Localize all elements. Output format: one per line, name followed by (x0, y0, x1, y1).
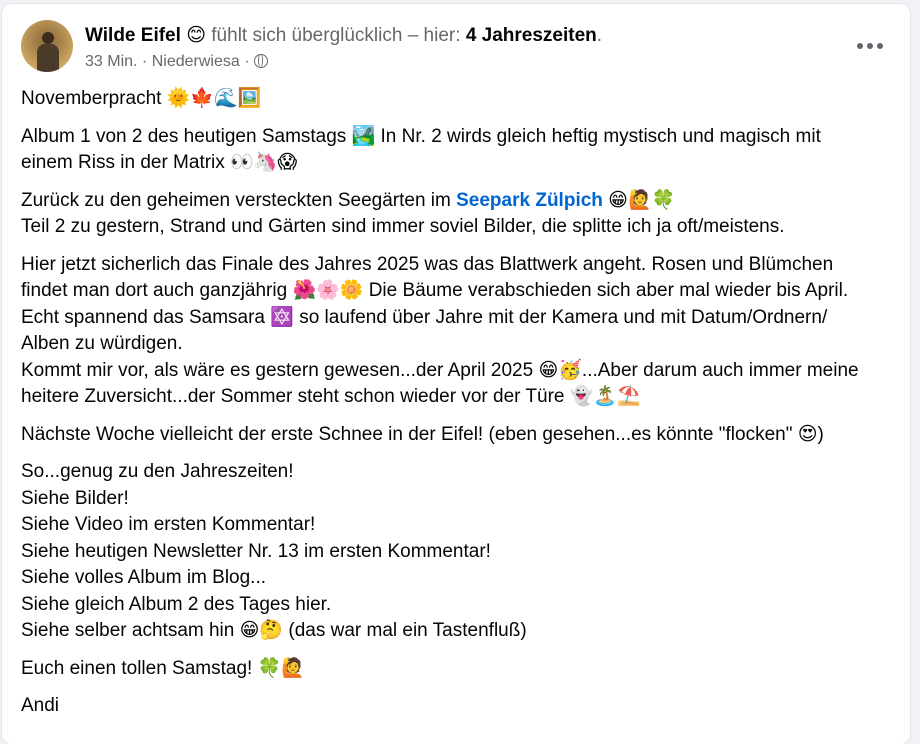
paragraph-line: Siehe selber achtsam hin 😁🤔 (das war mal… (21, 620, 527, 641)
meta-separator: · (141, 53, 148, 70)
post-timestamp[interactable]: 33 Min. (85, 53, 137, 70)
paragraph-line: Siehe volles Album im Blog... (21, 567, 267, 588)
post-paragraph: Euch einen tollen Samstag! 🍀🙋 (21, 656, 901, 683)
post-paragraph: Novemberpracht 🌞🍁🌊🖼️ (21, 86, 901, 113)
feeling-text: fühlt sich überglücklich – hier: (211, 25, 461, 46)
seepark-link[interactable]: Seepark Zülpich (456, 190, 603, 211)
more-options-button[interactable] (850, 32, 890, 60)
paragraph-text: Nächste Woche vielleicht der erste Schne… (21, 423, 824, 445)
meta-separator: · (244, 53, 250, 70)
paragraph-line: einem Riss in der Matrix 👀🦄😱 (21, 152, 298, 173)
paragraph-line: Echt spannend das Samsara 🔯 so laufend ü… (21, 306, 828, 328)
post-card: Wilde Eifel 😊 fühlt sich überglücklich –… (2, 4, 910, 744)
post-header: Wilde Eifel 😊 fühlt sich überglücklich –… (21, 18, 898, 74)
post-paragraph: Nächste Woche vielleicht der erste Schne… (21, 422, 901, 449)
post-content: Novemberpracht 🌞🍁🌊🖼️ Album 1 von 2 des h… (21, 86, 901, 731)
more-horizontal-icon (857, 43, 863, 49)
post-meta: 33 Min. · Niederwiesa · (85, 52, 268, 72)
author-name[interactable]: Wilde Eifel (85, 25, 181, 46)
paragraph-line: heitere Zuversicht...der Sommer steht sc… (21, 386, 641, 407)
paragraph-line: Alben zu würdigen. (21, 333, 183, 354)
more-horizontal-icon (877, 43, 883, 49)
more-horizontal-icon (867, 43, 873, 49)
paragraph-line: findet man dort auch ganzjährig 🌺🌸🌼 Die … (21, 280, 849, 301)
avatar-head (42, 32, 54, 44)
paragraph-line: 😁🙋🍀 (602, 189, 676, 211)
paragraph-line: Siehe Video im ersten Kommentar! (21, 514, 316, 535)
paragraph-line: Kommt mir vor, als wäre es gestern gewes… (21, 359, 859, 381)
post-paragraph: So...genug zu den Jahreszeiten! Siehe Bi… (21, 459, 901, 645)
globe-icon[interactable] (253, 54, 268, 68)
post-location: Niederwiesa (151, 53, 240, 70)
paragraph-line: Siehe heutigen Newsletter Nr. 13 im erst… (21, 540, 491, 562)
paragraph-line: Siehe Bilder! (21, 487, 129, 509)
paragraph-text: Euch einen tollen Samstag! 🍀🙋 (21, 657, 305, 679)
paragraph-text: Novemberpracht 🌞🍁🌊🖼️ (21, 88, 262, 109)
post-paragraph: Zurück zu den geheimen versteckten Seegä… (21, 188, 901, 241)
signature-text: Andi (21, 695, 60, 716)
author-emoji: 😊 (186, 25, 206, 46)
paragraph-line: Teil 2 zu gestern, Strand und Gärten sin… (21, 216, 785, 237)
avatar-body (37, 44, 59, 72)
post-paragraph: Album 1 von 2 des heutigen Samstags 🏞️ I… (21, 124, 901, 177)
avatar[interactable] (21, 20, 73, 72)
place-suffix: . (596, 25, 603, 46)
place-link[interactable]: 4 Jahreszeiten (466, 25, 597, 46)
paragraph-line: Zurück zu den geheimen versteckten Seegä… (21, 189, 457, 211)
paragraph-line: Siehe gleich Album 2 des Tages hier. (21, 593, 332, 615)
paragraph-line: Album 1 von 2 des heutigen Samstags 🏞️ I… (21, 125, 821, 147)
post-paragraph: Andi (21, 693, 901, 720)
post-title-line: Wilde Eifel 😊 fühlt sich überglücklich –… (85, 24, 602, 48)
post-paragraph: Hier jetzt sicherlich das Finale des Jah… (21, 252, 901, 411)
paragraph-line: So...genug zu den Jahreszeiten! (21, 461, 294, 482)
paragraph-line: Hier jetzt sicherlich das Finale des Jah… (21, 253, 834, 275)
